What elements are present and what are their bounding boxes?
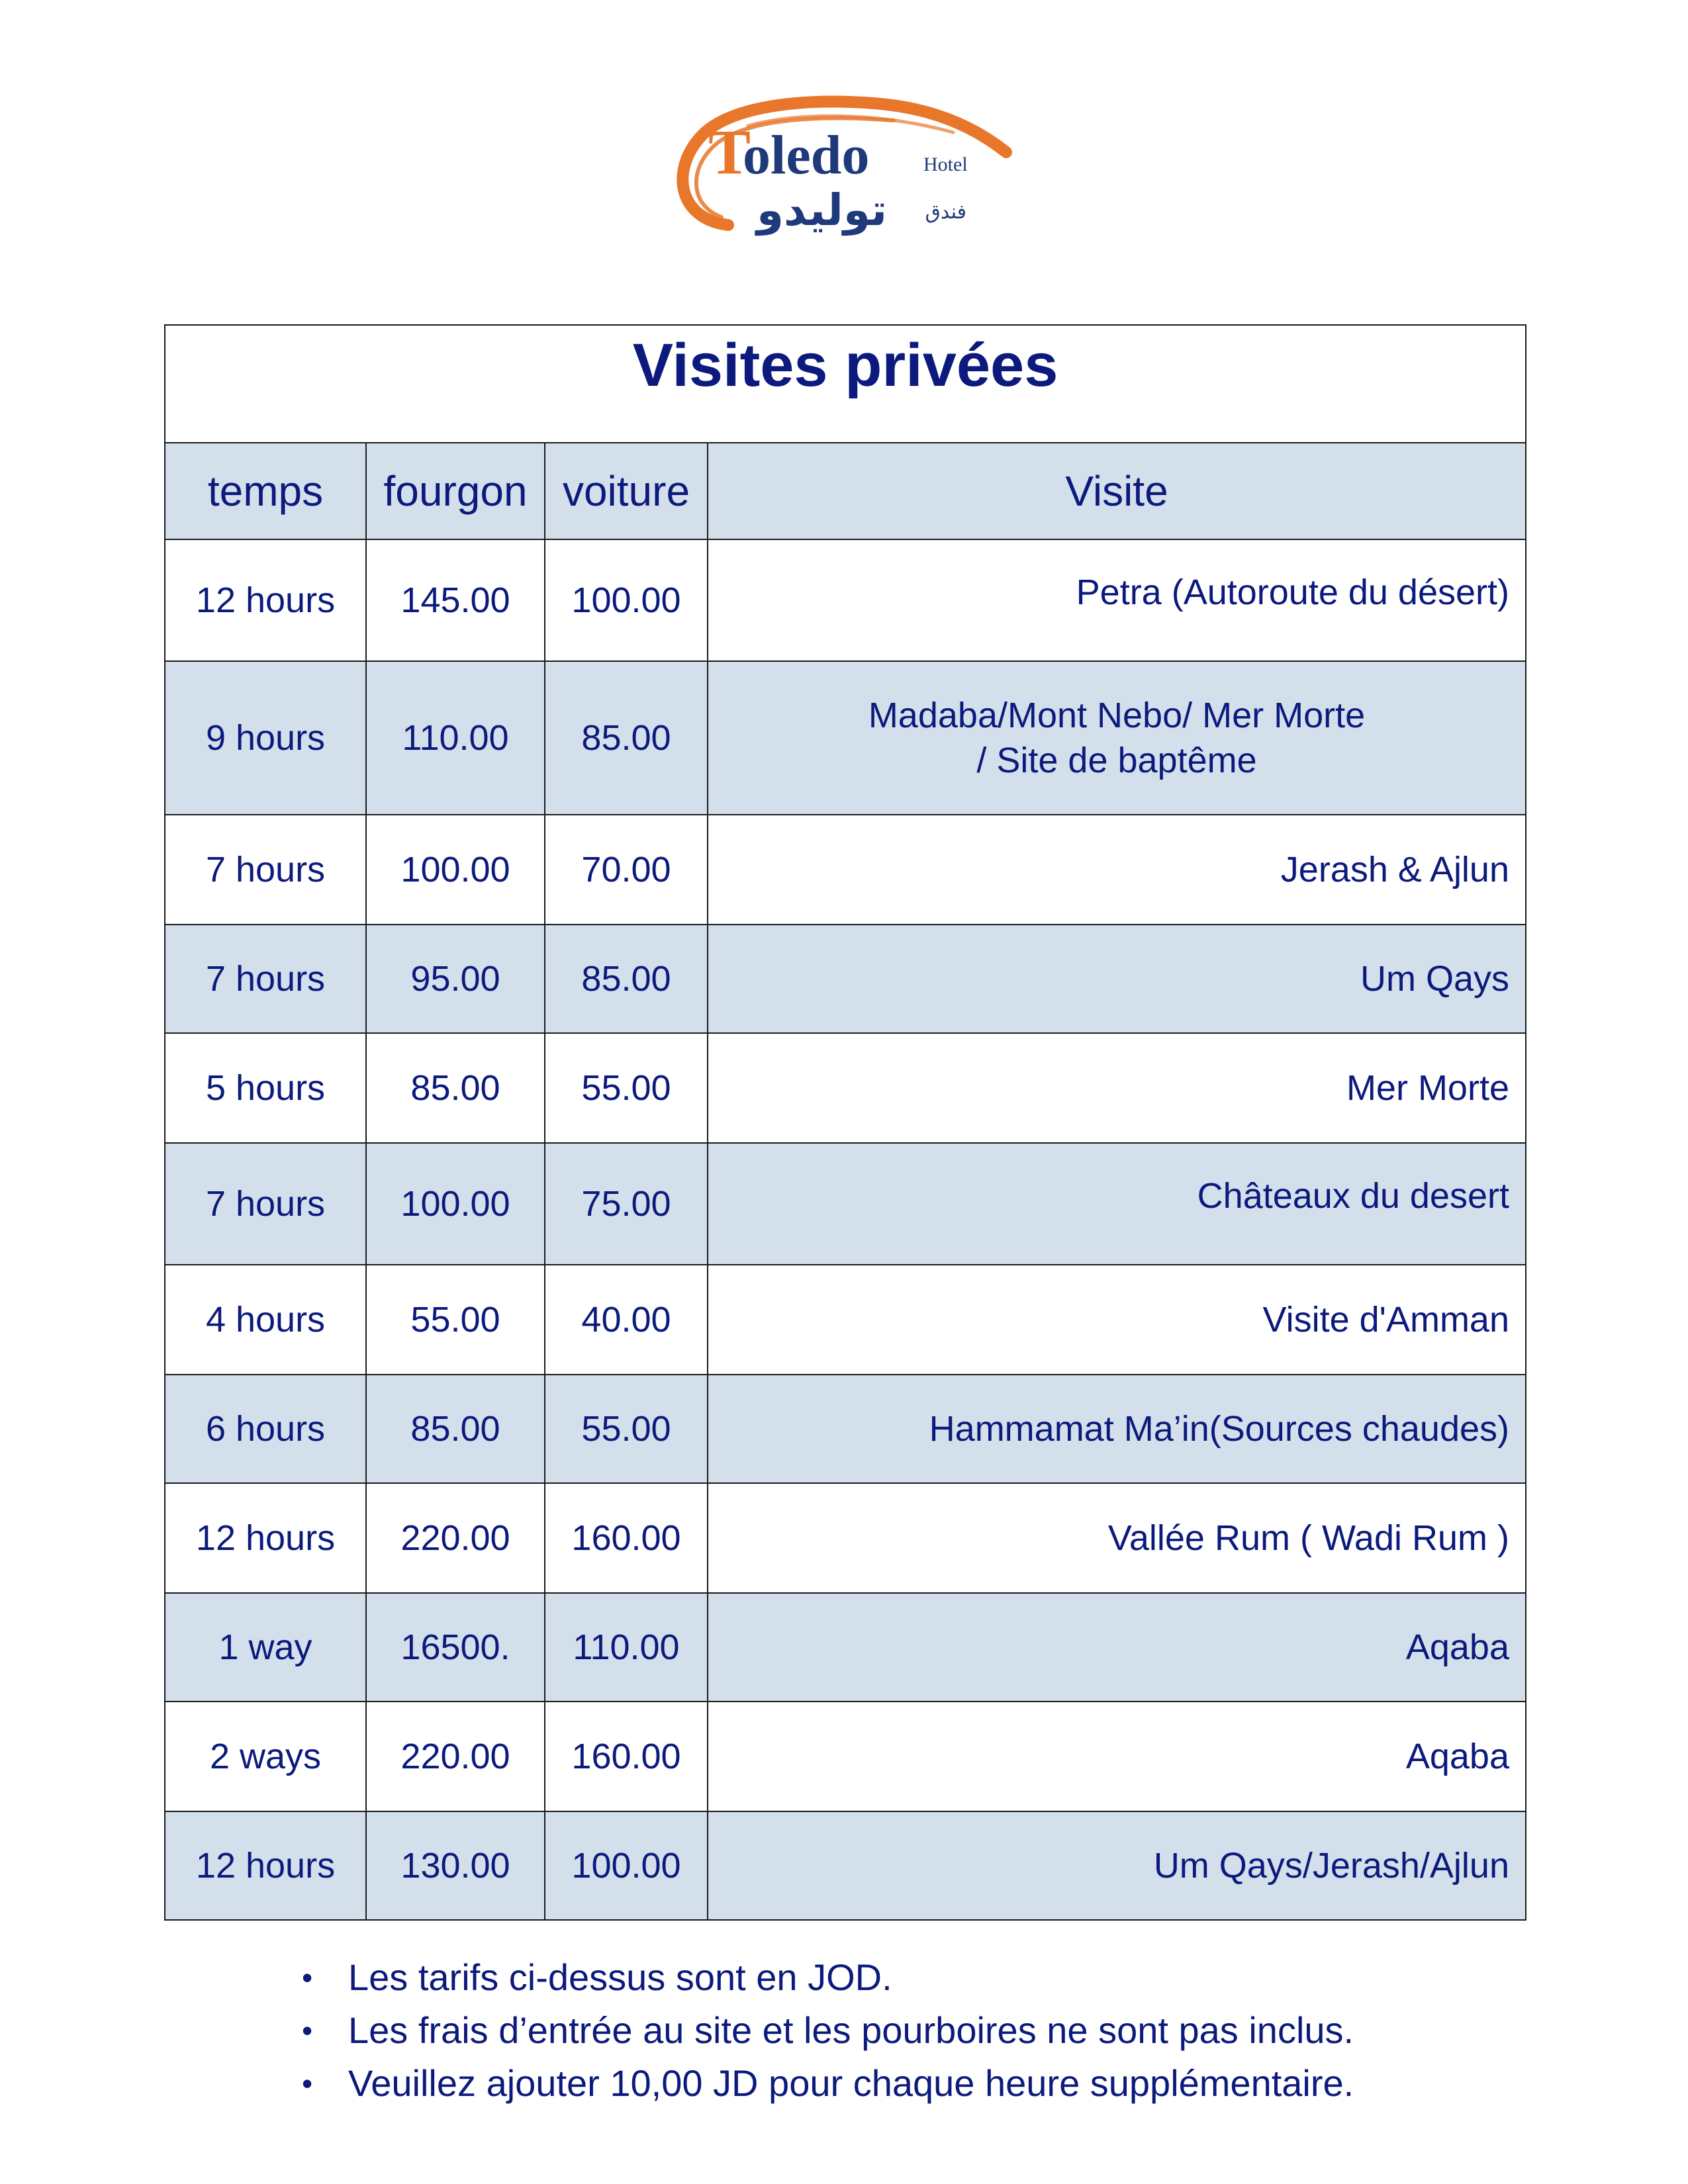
logo-wordmark: oledo [743,124,869,186]
note-text: Les frais d’entrée au site et les pourbo… [348,2009,1354,2051]
cell-temps: 1 way [164,1592,367,1702]
cell-fourgon: 16500. [365,1592,545,1702]
cell-voiture: 40.00 [544,1264,708,1375]
logo-arabic-name: توليدو [755,185,887,236]
cell-visite: Madaba/Mont Nebo/ Mer Morte / Site de ba… [707,660,1526,815]
title-cell: Visites privées [164,324,1526,443]
note-text: Veuillez ajouter 10,00 JD pour chaque he… [348,2062,1354,2104]
cell-fourgon: 220.00 [365,1701,545,1812]
cell-temps: 5 hours [164,1032,367,1144]
cell-temps: 12 hours [164,539,367,662]
cell-temps: 4 hours [164,1264,367,1375]
bullet-icon: • [302,2013,313,2048]
table-row: 1 way 16500. 110.00 Aqaba [164,1592,1526,1702]
cell-fourgon: 130.00 [365,1811,545,1921]
table-row: 5 hours 85.00 55.00 Mer Morte [164,1032,1526,1144]
table-row: 4 hours 55.00 40.00 Visite d'Amman [164,1264,1526,1375]
header-voiture: voiture [544,442,708,540]
cell-visite: Mer Morte [707,1032,1526,1144]
cell-fourgon: 100.00 [365,1142,545,1265]
cell-voiture: 85.00 [544,660,708,815]
cell-visite: Visite d'Amman [707,1264,1526,1375]
table-row: 12 hours 145.00 100.00 Petra (Autoroute … [164,539,1526,662]
cell-voiture: 70.00 [544,814,708,925]
cell-fourgon: 95.00 [365,924,545,1034]
cell-visite: Aqaba [707,1701,1526,1812]
table-row: 7 hours 100.00 70.00 Jerash & Ajlun [164,814,1526,925]
cell-visite: Châteaux du desert [707,1142,1526,1265]
table-row: 2 ways 220.00 160.00 Aqaba [164,1701,1526,1812]
cell-visite: Aqaba [707,1592,1526,1702]
table-row: 9 hours 110.00 85.00 Madaba/Mont Nebo/ M… [164,660,1526,815]
note-item: • Les frais d’entrée au site et les pour… [298,2004,1354,2057]
title-row: Visites privées [164,324,1526,443]
table-row: 6 hours 85.00 55.00 Hammamat Ma’in(Sourc… [164,1374,1526,1484]
tours-table: Visites privées temps fourgon voiture Vi… [164,324,1526,1921]
header-fourgon: fourgon [365,442,545,540]
hotel-logo: T oledo Hotel توليدو فندق [677,95,1012,236]
bullet-icon: • [302,1960,313,1995]
cell-visite: Um Qays/Jerash/Ajlun [707,1811,1526,1921]
cell-visite: Um Qays [707,924,1526,1034]
cell-voiture: 110.00 [544,1592,708,1702]
cell-visite-line1: Madaba/Mont Nebo/ Mer Morte [868,696,1366,735]
cell-temps: 7 hours [164,924,367,1034]
cell-temps: 7 hours [164,1142,367,1265]
cell-voiture: 100.00 [544,1811,708,1921]
logo-arabic-prefix: فندق [925,201,966,224]
table-row: 12 hours 130.00 100.00 Um Qays/Jerash/Aj… [164,1811,1526,1921]
cell-voiture: 160.00 [544,1482,708,1594]
header-visite: Visite [707,442,1526,540]
notes-list: • Les tarifs ci-dessus sont en JOD. • Le… [298,1951,1354,2110]
table-row: 7 hours 100.00 75.00 Châteaux du desert [164,1142,1526,1265]
note-text: Les tarifs ci-dessus sont en JOD. [348,1956,892,1998]
table-row: 7 hours 95.00 85.00 Um Qays [164,924,1526,1034]
cell-temps: 12 hours [164,1482,367,1594]
cell-visite-line2: / Site de baptême [976,741,1257,780]
cell-temps: 12 hours [164,1811,367,1921]
cell-voiture: 75.00 [544,1142,708,1265]
cell-fourgon: 100.00 [365,814,545,925]
cell-fourgon: 145.00 [365,539,545,662]
cell-voiture: 100.00 [544,539,708,662]
cell-voiture: 55.00 [544,1032,708,1144]
cell-fourgon: 55.00 [365,1264,545,1375]
bullet-icon: • [302,2066,313,2101]
note-item: • Veuillez ajouter 10,00 JD pour chaque … [298,2057,1354,2110]
cell-visite: Vallée Rum ( Wadi Rum ) [707,1482,1526,1594]
cell-temps: 9 hours [164,660,367,815]
header-row: temps fourgon voiture Visite [164,442,1526,540]
cell-visite: Hammamat Ma’in(Sources chaudes) [707,1374,1526,1484]
cell-visite: Petra (Autoroute du désert) [707,539,1526,662]
logo-suffix: Hotel [923,154,968,175]
cell-voiture: 55.00 [544,1374,708,1484]
cell-temps: 2 ways [164,1701,367,1812]
note-item: • Les tarifs ci-dessus sont en JOD. [298,1951,1354,2004]
cell-voiture: 85.00 [544,924,708,1034]
cell-temps: 6 hours [164,1374,367,1484]
cell-fourgon: 110.00 [365,660,545,815]
cell-temps: 7 hours [164,814,367,925]
cell-fourgon: 85.00 [365,1374,545,1484]
cell-fourgon: 220.00 [365,1482,545,1594]
table-row: 12 hours 220.00 160.00 Vallée Rum ( Wadi… [164,1482,1526,1594]
cell-visite: Jerash & Ajlun [707,814,1526,925]
cell-voiture: 160.00 [544,1701,708,1812]
cell-fourgon: 85.00 [365,1032,545,1144]
page-title: Visites privées [632,332,1058,399]
header-temps: temps [164,442,367,540]
